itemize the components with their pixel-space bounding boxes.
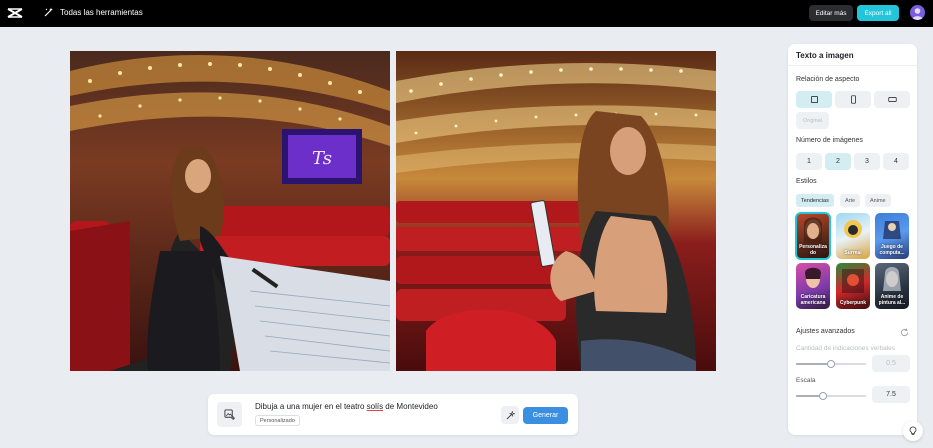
tab-art[interactable]: Arte <box>840 194 861 207</box>
panel-divider <box>788 65 917 66</box>
styles-label: Estilos <box>796 178 817 185</box>
tab-trends[interactable]: Tendencias <box>796 194 834 207</box>
prompt-strength-value[interactable]: 0.5 <box>872 355 910 372</box>
style-american-cartoon-label: Caricatura americana <box>800 294 826 306</box>
prompt-strength-slider[interactable] <box>796 360 866 368</box>
prompt-input[interactable]: Dibuja a una mujer en el teatro solís de… <box>255 402 438 411</box>
style-personalized[interactable]: Personaliza do <box>795 212 831 260</box>
style-computer-game-label: Juego de computa... <box>879 244 905 256</box>
advanced-settings-label: Ajustes avanzados <box>796 328 855 335</box>
all-tools-link[interactable]: Todas las herramientas <box>44 7 143 17</box>
enhance-prompt-button[interactable] <box>501 406 519 424</box>
ratio-original-button[interactable]: Original <box>796 112 829 129</box>
style-tag[interactable]: Personalizado <box>255 415 300 426</box>
prompt-text-underlined: solís <box>366 402 384 411</box>
scale-knob[interactable] <box>818 392 827 400</box>
prompt-text-before: Dibuja a una mujer en el teatro <box>255 402 367 411</box>
portrait-ratio-icon <box>850 95 856 104</box>
ratio-portrait-button[interactable] <box>835 91 871 108</box>
image-count-1[interactable]: 1 <box>796 153 822 170</box>
style-oil-painting-anime[interactable]: Anime de pintura al... <box>875 263 909 309</box>
style-oil-painting-anime-label: Anime de pintura al... <box>878 294 906 306</box>
prompt-strength-label: Cantidad de indicaciones verbales <box>796 345 896 352</box>
scale-label: Escala <box>796 377 816 384</box>
generated-image-1[interactable]: Ts <box>70 51 390 371</box>
help-button[interactable] <box>903 421 923 441</box>
top-bar: Todas las herramientas Editar más Export… <box>0 0 933 27</box>
prompt-box: Dibuja a una mujer en el teatro solís de… <box>208 394 578 435</box>
all-tools-label: Todas las herramientas <box>60 7 143 17</box>
landscape-ratio-icon <box>887 97 897 102</box>
image-count-2[interactable]: 2 <box>825 153 851 170</box>
edit-more-button[interactable]: Editar más <box>809 5 853 21</box>
style-american-cartoon[interactable]: Caricatura americana <box>796 263 830 309</box>
scale-slider[interactable] <box>796 392 866 400</box>
image-add-icon <box>224 409 235 420</box>
prompt-strength-knob[interactable] <box>827 360 835 368</box>
text-to-image-panel: Texto a imagen Relación de aspecto Origi… <box>788 44 917 435</box>
square-ratio-icon <box>810 96 818 103</box>
magic-wand-icon <box>44 7 53 17</box>
panel-title: Texto a imagen <box>796 51 854 60</box>
image-count-4[interactable]: 4 <box>883 153 909 170</box>
reset-icon[interactable] <box>900 328 909 337</box>
add-reference-image-button[interactable] <box>217 402 242 427</box>
style-cyberpunk-label: Cyberpunk <box>839 300 867 306</box>
prompt-strength-fill <box>796 363 831 365</box>
style-surreal-label: Surreal <box>844 250 862 256</box>
user-avatar[interactable] <box>910 5 925 20</box>
style-computer-game[interactable]: Juego de computa... <box>875 213 909 259</box>
style-surreal[interactable]: Surreal <box>836 213 870 259</box>
sparkle-wand-icon <box>506 410 515 419</box>
capcut-logo[interactable] <box>7 6 23 20</box>
scale-value[interactable]: 7.5 <box>872 386 910 403</box>
lightbulb-icon <box>909 426 917 435</box>
style-cyberpunk[interactable]: Cyberpunk <box>836 263 870 309</box>
svg-text:Ts: Ts <box>312 148 332 169</box>
style-personalized-label: Personaliza do <box>799 244 827 256</box>
image-count-3[interactable]: 3 <box>854 153 880 170</box>
export-all-button[interactable]: Export all <box>857 5 899 21</box>
ratio-landscape-button[interactable] <box>874 91 910 108</box>
tab-anime[interactable]: Anime <box>865 194 891 207</box>
image-count-label: Número de imágenes <box>796 137 863 144</box>
prompt-text-after: de Montevideo <box>383 402 438 411</box>
aspect-ratio-label: Relación de aspecto <box>796 76 860 83</box>
generated-image-2[interactable] <box>396 51 716 371</box>
generate-button[interactable]: Generar <box>523 407 568 424</box>
ratio-square-button[interactable] <box>796 91 832 108</box>
